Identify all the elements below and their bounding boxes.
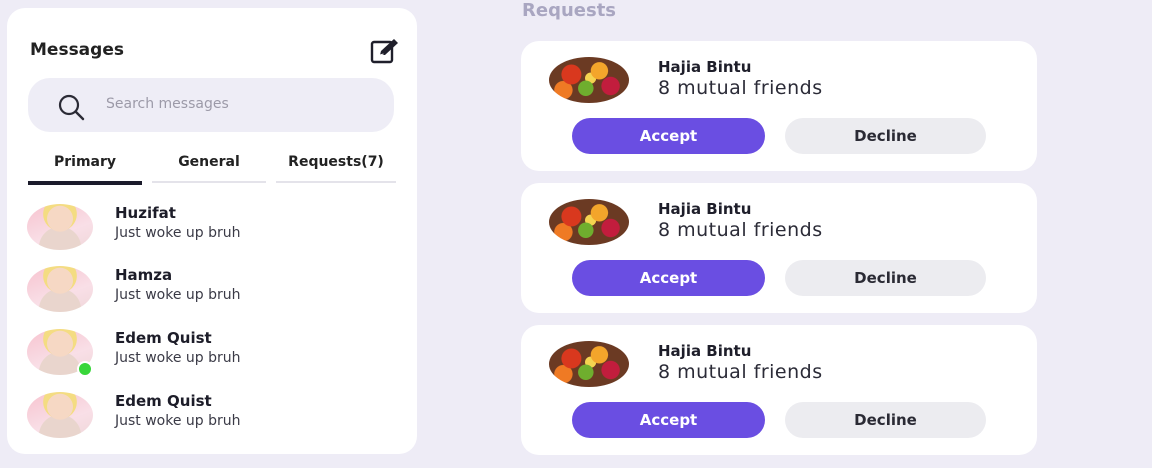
request-card: Hajia Bintu 8 mutual friends Accept Decl… [521, 325, 1037, 455]
chat-name: Hamza [115, 266, 173, 284]
request-name: Hajia Bintu [658, 200, 752, 218]
messages-title: Messages [30, 40, 124, 60]
chat-item[interactable]: Edem Quist Just woke up bruh [7, 390, 417, 446]
edit-icon[interactable] [369, 37, 401, 65]
avatar [549, 341, 629, 387]
tab-general[interactable]: General [152, 151, 266, 183]
tab-underline [152, 181, 266, 183]
search-input[interactable]: Search messages [106, 96, 229, 112]
avatar [27, 266, 93, 312]
tab-underline [276, 181, 396, 183]
mutual-friends: 8 mutual friends [658, 77, 823, 99]
chat-preview: Just woke up bruh [115, 225, 241, 241]
request-card: Hajia Bintu 8 mutual friends Accept Decl… [521, 183, 1037, 313]
mutual-friends: 8 mutual friends [658, 219, 823, 241]
tab-requests[interactable]: Requests(7) [276, 151, 396, 183]
tab-underline [28, 181, 142, 185]
avatar [27, 204, 93, 250]
accept-button[interactable]: Accept [572, 118, 765, 154]
tab-label: General [178, 154, 240, 170]
search-bar[interactable]: Search messages [28, 78, 394, 132]
avatar [549, 199, 629, 245]
request-card: Hajia Bintu 8 mutual friends Accept Decl… [521, 41, 1037, 171]
avatar [27, 392, 93, 438]
chat-preview: Just woke up bruh [115, 350, 241, 366]
requests-title: Requests [522, 0, 617, 21]
chat-item[interactable]: Huzifat Just woke up bruh [7, 202, 417, 258]
chat-name: Huzifat [115, 204, 176, 222]
request-name: Hajia Bintu [658, 58, 752, 76]
decline-button[interactable]: Decline [785, 118, 986, 154]
decline-button[interactable]: Decline [785, 260, 986, 296]
decline-button[interactable]: Decline [785, 402, 986, 438]
search-icon [58, 94, 85, 121]
tab-primary[interactable]: Primary [28, 151, 142, 185]
chat-preview: Just woke up bruh [115, 287, 241, 303]
chat-name: Edem Quist [115, 392, 212, 410]
accept-button[interactable]: Accept [572, 402, 765, 438]
tab-label: Requests(7) [288, 154, 384, 170]
chat-item[interactable]: Hamza Just woke up bruh [7, 264, 417, 320]
avatar [549, 57, 629, 103]
chat-name: Edem Quist [115, 329, 212, 347]
accept-button[interactable]: Accept [572, 260, 765, 296]
chat-item[interactable]: Edem Quist Just woke up bruh [7, 327, 417, 383]
message-tabs: Primary General Requests(7) [28, 151, 396, 185]
request-name: Hajia Bintu [658, 342, 752, 360]
tab-label: Primary [53, 154, 117, 170]
chat-preview: Just woke up bruh [115, 413, 241, 429]
online-status-dot [77, 361, 93, 377]
messages-panel: Messages Search messages Primary General… [7, 8, 417, 454]
mutual-friends: 8 mutual friends [658, 361, 823, 383]
